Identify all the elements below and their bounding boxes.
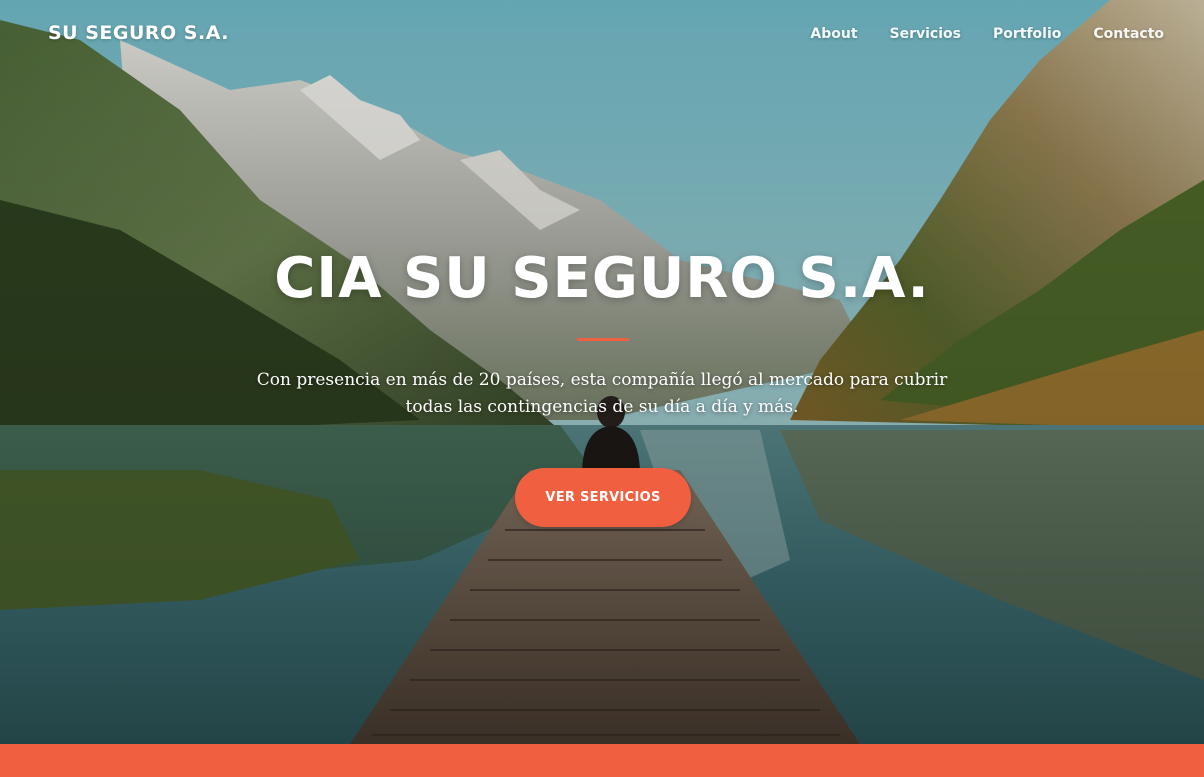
nav-item-about[interactable]: About [810, 26, 857, 42]
title-divider [577, 338, 629, 341]
hero-section: SU SEGURO S.A. About Servicios Portfolio… [0, 0, 1204, 744]
nav-item-servicios[interactable]: Servicios [890, 26, 961, 42]
page: SU SEGURO S.A. About Servicios Portfolio… [0, 0, 1204, 777]
ver-servicios-button[interactable]: VER SERVICIOS [515, 468, 691, 527]
navbar: SU SEGURO S.A. About Servicios Portfolio… [0, 0, 1204, 70]
nav-item-portfolio[interactable]: Portfolio [993, 26, 1061, 42]
hero-subtitle: Con presencia en más de 20 países, esta … [232, 367, 972, 421]
hero-subtitle-line-1: Con presencia en más de 20 países, esta … [256, 370, 948, 390]
brand-logo-link[interactable]: SU SEGURO S.A. [48, 22, 229, 44]
hero-subtitle-line-2: todas las contingencias de su día a día … [405, 397, 799, 417]
hero-content: CIA SU SEGURO S.A. Con presencia en más … [0, 0, 1204, 744]
nav-item-contacto[interactable]: Contacto [1093, 26, 1164, 42]
hero-title: CIA SU SEGURO S.A. [274, 246, 930, 311]
services-section-top [0, 744, 1204, 777]
nav-links: About Servicios Portfolio Contacto [778, 26, 1164, 42]
